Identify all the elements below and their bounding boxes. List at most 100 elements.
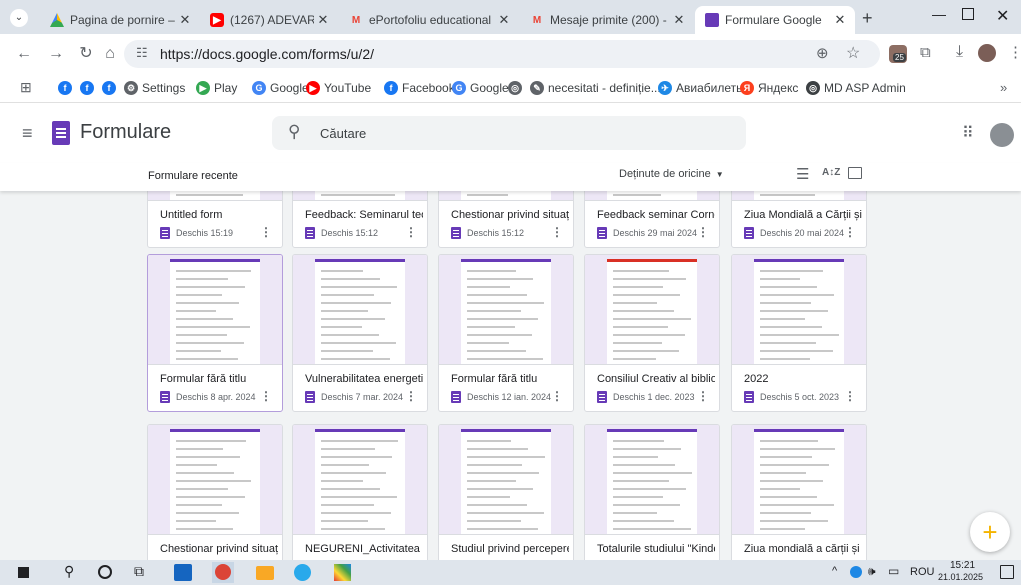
search-input[interactable]: Căutare: [320, 126, 366, 141]
more-options-icon[interactable]: ⋮: [844, 389, 856, 403]
network-icon[interactable]: ▭: [888, 564, 899, 578]
more-options-icon[interactable]: ⋮: [697, 389, 709, 403]
form-card[interactable]: Ziua mondială a cărții și a ...: [731, 424, 867, 560]
form-card[interactable]: Vulnerabilitatea energetică Deschis 7 mar…: [292, 254, 428, 412]
colorful-app-icon[interactable]: [334, 564, 351, 581]
form-card[interactable]: Formular fără titlu Deschis 8 apr. 2024 ⋮: [147, 254, 283, 412]
form-card[interactable]: Ziua Mondială a Cărții și a ... Deschis 2…: [731, 191, 867, 248]
clock-time[interactable]: 15:21: [950, 560, 975, 571]
extensions-puzzle-icon[interactable]: ⧉: [920, 44, 931, 61]
language-indicator[interactable]: ROU: [910, 566, 934, 578]
tab-4[interactable]: M Mesaje primite (200) - bi ✕: [520, 6, 694, 34]
file-explorer-icon[interactable]: [256, 566, 274, 580]
more-options-icon[interactable]: ⋮: [551, 225, 563, 239]
restore-button[interactable]: [962, 8, 974, 20]
download-icon[interactable]: ⤓: [956, 43, 963, 61]
google-apps-icon[interactable]: ⠿: [962, 123, 974, 143]
form-thumbnail: [585, 425, 719, 535]
more-options-icon[interactable]: ⋮: [844, 225, 856, 239]
form-card[interactable]: Untitled form Deschis 15:19 ⋮: [147, 191, 283, 248]
browser-menu-icon[interactable]: ⋮: [1008, 43, 1021, 61]
chrome-app-icon[interactable]: [212, 562, 234, 583]
omnibox[interactable]: ☷ https://docs.google.com/forms/u/2/ ⊕ ☆: [124, 40, 880, 68]
close-tab-icon[interactable]: ✕: [314, 12, 332, 28]
sort-az-icon[interactable]: A↕Z: [822, 167, 840, 178]
tab-3[interactable]: MePortofoliu educational ✕: [339, 6, 519, 34]
list-view-icon[interactable]: ☰: [796, 165, 809, 183]
home-button[interactable]: ⌂: [100, 44, 120, 64]
reload-button[interactable]: ↻: [76, 44, 96, 64]
tab-5[interactable]: Formulare Google ✕: [695, 6, 855, 34]
minimize-button[interactable]: —: [932, 6, 946, 22]
bookmark-item[interactable]: G Google: [252, 78, 309, 98]
bookmark-item[interactable]: f Facebook: [384, 78, 455, 98]
new-tab-button[interactable]: +: [862, 8, 873, 29]
tray-chevron-icon[interactable]: ^: [832, 565, 837, 577]
form-card[interactable]: Consiliul Creativ al bibliot... Deschis 1…: [584, 254, 720, 412]
close-tab-icon[interactable]: ✕: [831, 12, 849, 28]
form-card[interactable]: 2022 Deschis 5 oct. 2023 ⋮: [731, 254, 867, 412]
close-tab-icon[interactable]: ✕: [670, 12, 688, 28]
bookmark-item[interactable]: ▶ Play: [196, 78, 237, 98]
photos-app-icon[interactable]: [174, 564, 192, 581]
form-card[interactable]: Totalurile studiului "Kinde...: [584, 424, 720, 560]
site-info-icon[interactable]: ☷: [136, 45, 148, 61]
bookmark-item[interactable]: G Google: [452, 78, 509, 98]
form-card[interactable]: Chestionar privind situați...: [147, 424, 283, 560]
more-bookmarks-button[interactable]: »: [1000, 80, 1007, 95]
owner-filter-dropdown[interactable]: Deținute de oricine ▼: [619, 168, 724, 180]
close-tab-icon[interactable]: ✕: [176, 12, 194, 28]
bookmark-item[interactable]: f: [58, 78, 76, 98]
more-options-icon[interactable]: ⋮: [551, 389, 563, 403]
cortana-icon[interactable]: [98, 565, 112, 579]
form-card[interactable]: Studiul privind percepere...: [438, 424, 574, 560]
form-card[interactable]: Chestionar privind situați... Deschis 15:…: [438, 191, 574, 248]
more-options-icon[interactable]: ⋮: [405, 225, 417, 239]
bookmark-item[interactable]: ◎: [508, 78, 526, 98]
tab-2[interactable]: ▶ (1267) ADEVARUL acesto✕: [200, 6, 338, 34]
more-options-icon[interactable]: ⋮: [260, 225, 272, 239]
taskbar-search-icon[interactable]: ⚲: [64, 563, 74, 580]
apps-grid-icon[interactable]: ⊞: [20, 79, 32, 96]
folder-icon[interactable]: [848, 167, 862, 179]
search-box[interactable]: ⚲ Căutare: [272, 116, 746, 150]
bookmark-item[interactable]: ✈ Авиабилеты: [658, 78, 745, 98]
clock-date[interactable]: 21.01.2025: [938, 572, 983, 582]
telegram-icon[interactable]: [294, 564, 311, 581]
account-avatar[interactable]: [990, 123, 1014, 147]
bookmark-item[interactable]: f: [102, 78, 120, 98]
forms-icon: [305, 391, 315, 403]
extension-icon[interactable]: 25: [889, 45, 907, 63]
task-view-icon[interactable]: ⧉: [134, 563, 144, 580]
notifications-icon[interactable]: [1000, 565, 1014, 579]
forward-button[interactable]: →: [46, 44, 66, 64]
bookmark-star-icon[interactable]: ☆: [846, 43, 860, 63]
more-options-icon[interactable]: ⋮: [260, 389, 272, 403]
more-options-icon[interactable]: ⋮: [697, 225, 709, 239]
form-card[interactable]: Formular fără titlu Deschis 12 ian. 2024 ⋮: [438, 254, 574, 412]
tab-1[interactable]: Pagina de pornire – Goog✕: [40, 6, 200, 34]
form-card[interactable]: NEGURENI_Activitatea lit...: [292, 424, 428, 560]
create-form-button[interactable]: +: [970, 512, 1010, 552]
bookmark-item[interactable]: Я Яндекс: [740, 78, 798, 98]
profile-avatar[interactable]: [978, 44, 996, 62]
bookmark-item[interactable]: ⚙ Settings: [124, 78, 185, 98]
form-card[interactable]: Feedback: Seminarul teor... Deschis 15:12…: [292, 191, 428, 248]
main-menu-icon[interactable]: ≡: [22, 123, 33, 144]
windows-taskbar: ⚲ ⧉ ^ 🕪 ▭ ROU 15:21 21.01.2025: [0, 560, 1021, 585]
bookmark-item[interactable]: f: [80, 78, 98, 98]
more-options-icon[interactable]: ⋮: [405, 389, 417, 403]
windows-start-icon[interactable]: [18, 567, 29, 578]
tab-search-button[interactable]: ⌄: [10, 9, 28, 27]
back-button[interactable]: ←: [14, 44, 34, 64]
bluetooth-icon[interactable]: [850, 566, 862, 578]
bookmark-item[interactable]: ▶ YouTube: [306, 78, 371, 98]
close-window-button[interactable]: ✕: [996, 6, 1009, 26]
bookmark-item[interactable]: ◎ MD ASP Admin: [806, 78, 906, 98]
volume-icon[interactable]: 🕪: [868, 564, 876, 579]
close-tab-icon[interactable]: ✕: [495, 12, 513, 28]
zoom-icon[interactable]: ⊕: [816, 44, 829, 62]
form-card[interactable]: Feedback seminar Cornești Deschis 29 mai …: [584, 191, 720, 248]
caret-down-icon: ▼: [715, 169, 724, 179]
bookmark-item[interactable]: ✎ necesitati - definiție...: [530, 78, 661, 98]
